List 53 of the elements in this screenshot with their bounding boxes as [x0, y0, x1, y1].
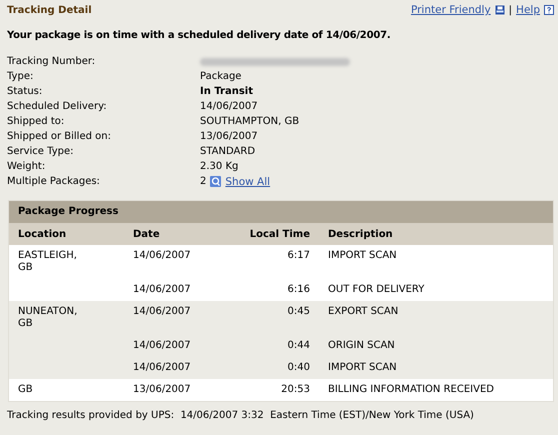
column-header: Date: [124, 223, 219, 245]
time-cell: 0:45: [288, 306, 310, 317]
show-all-link[interactable]: Show All: [225, 176, 270, 188]
help-link[interactable]: Help: [516, 4, 540, 16]
detail-value: In Transit: [200, 85, 254, 98]
description-cell: IMPORT SCAN: [328, 250, 397, 261]
date-cell: 14/06/2007: [133, 340, 191, 351]
time-cell: 0:40: [288, 362, 310, 373]
detail-label: Tracking Number:: [7, 55, 96, 68]
delivery-summary: Your package is on time with a scheduled delivery date of 14/06/2007.: [6, 29, 392, 43]
time-cell: 6:16: [288, 284, 310, 295]
date-cell: 14/06/2007: [133, 362, 191, 373]
time-cell: 0:44: [288, 340, 310, 351]
tracking-footer: Tracking results provided by UPS: 14/06/2007 3:32 Eastern Time (EST)/New York Time (USA): [0, 402, 558, 429]
description-cell: ORIGIN SCAN: [328, 340, 395, 351]
location-cell-text: EASTLEIGH, GB: [18, 250, 78, 274]
location-cell-text: GB: [18, 384, 34, 396]
date-cell: 14/06/2007: [133, 250, 191, 261]
printer-icon[interactable]: [494, 5, 505, 15]
column-header: Description: [319, 223, 553, 245]
date-cell: 14/06/2007: [133, 306, 191, 317]
date-cell: 13/06/2007: [133, 384, 191, 395]
description-cell: BILLING INFORMATION RECEIVED: [328, 384, 494, 395]
detail-label: Shipped to:: [7, 115, 66, 128]
date-cell: 14/06/2007: [133, 284, 191, 295]
column-header: Location: [9, 223, 124, 245]
description-cell: EXPORT SCAN: [328, 306, 398, 317]
printer-friendly-link[interactable]: Printer Friendly: [410, 4, 491, 16]
detail-label: Weight:: [7, 160, 46, 173]
description-cell: OUT FOR DELIVERY: [328, 284, 424, 295]
column-header: Local Time: [219, 223, 319, 245]
detail-value: 2: [200, 175, 206, 188]
detail-label: Service Type:: [7, 145, 74, 158]
detail-value: Package: [200, 70, 242, 83]
magnifier-icon[interactable]: [210, 176, 222, 187]
detail-label: Multiple Packages:: [7, 175, 101, 188]
detail-label: Shipped or Billed on:: [7, 130, 112, 143]
link-separator: |: [508, 4, 512, 16]
detail-value: SOUTHAMPTON, GB: [200, 115, 300, 128]
detail-value: 14/06/2007: [200, 100, 258, 113]
panel-title: Package Progress: [9, 201, 553, 223]
help-icon[interactable]: [544, 5, 554, 15]
detail-label: Status:: [7, 85, 44, 98]
detail-value: 13/06/2007: [200, 130, 258, 143]
location-cell-text: NUNEATON, GB: [18, 306, 78, 330]
detail-value: 2.30 Kg: [200, 160, 238, 173]
detail-label: Type:: [7, 70, 34, 83]
description-cell: IMPORT SCAN: [328, 362, 397, 373]
time-cell: 20:53: [281, 384, 310, 395]
detail-value: STANDARD: [200, 145, 256, 158]
time-cell: 6:17: [288, 250, 310, 261]
page-title: Tracking Detail: [7, 4, 92, 16]
detail-label: Scheduled Delivery:: [7, 100, 108, 113]
